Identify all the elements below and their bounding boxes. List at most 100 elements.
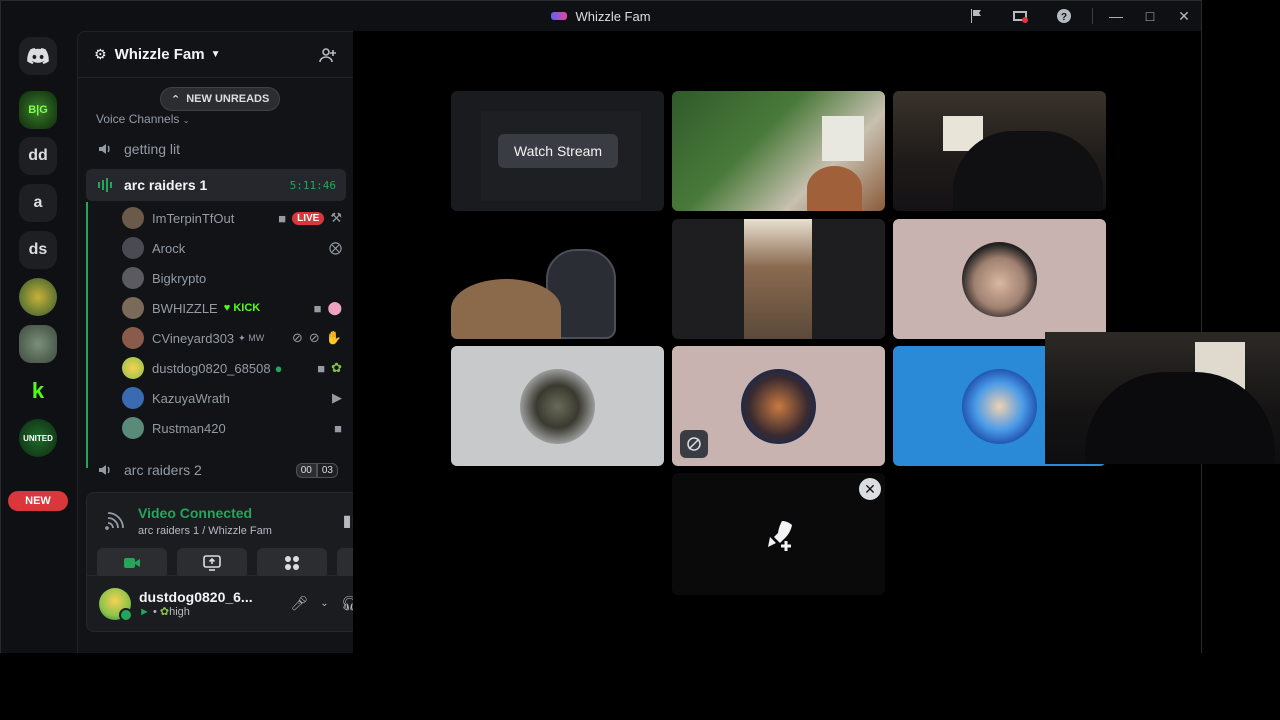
- voice-channel-path[interactable]: arc raiders 1 / Whizzle Fam: [138, 525, 272, 537]
- user-info[interactable]: dustdog0820_6... ► • ✿high: [139, 589, 253, 618]
- microphone-icon[interactable]: 🎤︎: [291, 595, 309, 612]
- count-b: 03: [316, 462, 338, 478]
- deafen-icon: ⊘: [308, 330, 320, 345]
- camera-icon: ■: [278, 210, 287, 226]
- chair-silhouette: [953, 131, 1103, 211]
- avatar: [122, 417, 144, 439]
- member-name: Bigkrypto: [152, 270, 207, 286]
- window-title-text: Whizzle Fam: [575, 8, 651, 24]
- video-tile-robot[interactable]: [451, 346, 664, 466]
- server-bigkrypto-icon[interactable]: B|G: [19, 91, 57, 129]
- member-name: CVineyard303: [152, 330, 235, 346]
- activities-button[interactable]: [257, 548, 327, 578]
- camera-button[interactable]: [97, 548, 167, 578]
- kick-tag-text: KICK: [233, 302, 261, 314]
- flag-icon[interactable]: [954, 1, 998, 31]
- guild-name: Whizzle Fam: [114, 46, 205, 63]
- user-status: high: [169, 606, 190, 618]
- video-tile-plants[interactable]: [672, 91, 885, 211]
- server-a[interactable]: a: [19, 184, 57, 222]
- stream-tile[interactable]: Watch Stream: [451, 91, 664, 211]
- watch-stream-button[interactable]: Watch Stream: [498, 134, 618, 168]
- video-tile-room[interactable]: [893, 91, 1106, 211]
- channel-arc-raiders-1[interactable]: arc raiders 1 5:11:46: [86, 169, 346, 201]
- member-name: ImTerpinTfOut: [152, 210, 235, 226]
- guild-header[interactable]: ⚙ Whizzle Fam ▼: [78, 32, 353, 78]
- member-cvineyard303[interactable]: CVineyard303 ✦ MW ⊘ ⊘ ✋: [122, 324, 342, 352]
- camera-off-icon: [680, 430, 708, 458]
- voice-timer: 5:11:46: [289, 178, 336, 192]
- user-avatar[interactable]: [99, 587, 133, 622]
- user-status-line: ► • ✿high: [139, 606, 190, 618]
- invite-people-icon[interactable]: [319, 46, 337, 64]
- mw-tag-text: MW: [248, 332, 265, 343]
- maximize-button[interactable]: □: [1133, 1, 1167, 31]
- voice-status[interactable]: Video Connected: [138, 505, 252, 521]
- person-head: [451, 279, 561, 339]
- channel-name: getting lit: [124, 141, 181, 157]
- avatar: [122, 237, 144, 259]
- close-window-button[interactable]: ✕: [1167, 1, 1201, 31]
- discord-home-icon[interactable]: [19, 37, 57, 75]
- member-arock[interactable]: Arock ⨂: [122, 234, 342, 262]
- server-dd-label: dd: [28, 147, 48, 164]
- title-bar: Whizzle Fam ? — □ ✕: [1, 1, 1201, 31]
- channel-name: arc raiders 1: [124, 177, 208, 193]
- live-badge: LIVE: [292, 211, 325, 225]
- xbox-icon: ⨂: [329, 240, 342, 255]
- boost-tile[interactable]: [672, 473, 885, 595]
- kick-server-icon[interactable]: k: [19, 372, 57, 410]
- channel-sidebar: ⚙ Whizzle Fam ▼ ⌃ NEW UNREADS Voice Chan…: [77, 31, 420, 653]
- mute-icon: ⊘: [292, 330, 303, 345]
- kick-tag: ♥ KICK: [224, 302, 260, 314]
- server-crown-icon[interactable]: [19, 278, 57, 316]
- speaking-icon: ►: [139, 606, 150, 618]
- avatar: [741, 369, 816, 444]
- window-title: Whizzle Fam: [551, 8, 651, 24]
- channel-arc-raiders-2[interactable]: arc raiders 2 00 03: [86, 454, 346, 486]
- video-tile-avatar-man[interactable]: [893, 219, 1106, 339]
- server-avatar-icon[interactable]: [19, 325, 57, 363]
- help-icon[interactable]: ?: [1042, 1, 1086, 31]
- mic-options-chevron-icon[interactable]: ⌄: [320, 598, 328, 609]
- new-unreads-button[interactable]: ⌃ NEW UNREADS: [160, 87, 281, 111]
- member-bwhizzle[interactable]: BWHIZZLE ♥ KICK ■ ⬤: [122, 294, 342, 322]
- channel-getting-lit[interactable]: getting lit: [86, 133, 346, 165]
- video-tile-cvineyard[interactable]: [672, 346, 885, 466]
- member-kazuyawrath[interactable]: KazuyaWrath ▶: [122, 384, 342, 412]
- server-mini-icon: [551, 12, 568, 20]
- member-name: Arock: [152, 240, 186, 256]
- guild-settings-icon: ⚙: [94, 46, 107, 62]
- brain-icon: ⬤: [327, 300, 342, 315]
- screen-share-button[interactable]: [177, 548, 247, 578]
- screen-share-icon: [203, 555, 221, 571]
- voice-channels-category[interactable]: Voice Channels ⌄: [96, 112, 189, 126]
- member-imterpintfout[interactable]: ImTerpinTfOut ■ LIVE ⚒: [122, 204, 342, 232]
- speaker-icon: [96, 461, 114, 479]
- pickaxe-icon: ⚒: [330, 210, 342, 225]
- member-bigkrypto[interactable]: Bigkrypto: [122, 264, 342, 292]
- member-dustdog[interactable]: dustdog0820_68508 ● ■ ✿: [122, 354, 342, 382]
- poster: [822, 116, 864, 161]
- chair-silhouette: [1085, 372, 1275, 464]
- member-rustman420[interactable]: Rustman420 ■: [122, 414, 342, 442]
- leaf-icon: ✿: [331, 360, 342, 375]
- new-badge[interactable]: NEW: [8, 491, 68, 511]
- minimize-button[interactable]: —: [1099, 1, 1133, 31]
- server-dd[interactable]: dd: [19, 137, 57, 175]
- close-boost-icon[interactable]: ✕: [859, 478, 881, 500]
- server-ds[interactable]: ds: [19, 231, 57, 269]
- member-name: BWHIZZLE: [152, 300, 218, 316]
- rocket-icon: [768, 521, 792, 551]
- video-tile-portrait[interactable]: [672, 219, 885, 339]
- channel-user-counts: 00 03: [295, 462, 338, 478]
- inbox-icon[interactable]: [998, 1, 1042, 31]
- united-server-icon[interactable]: UNITED: [19, 419, 57, 457]
- pip-video-preview[interactable]: [1045, 332, 1280, 464]
- video-tile-gamer[interactable]: [451, 219, 664, 339]
- camera-icon: [124, 558, 140, 568]
- chevron-down-icon: ⌄: [182, 116, 190, 125]
- connection-signal-icon[interactable]: [105, 511, 125, 531]
- avatar: [122, 387, 144, 409]
- voice-active-icon: [96, 176, 114, 194]
